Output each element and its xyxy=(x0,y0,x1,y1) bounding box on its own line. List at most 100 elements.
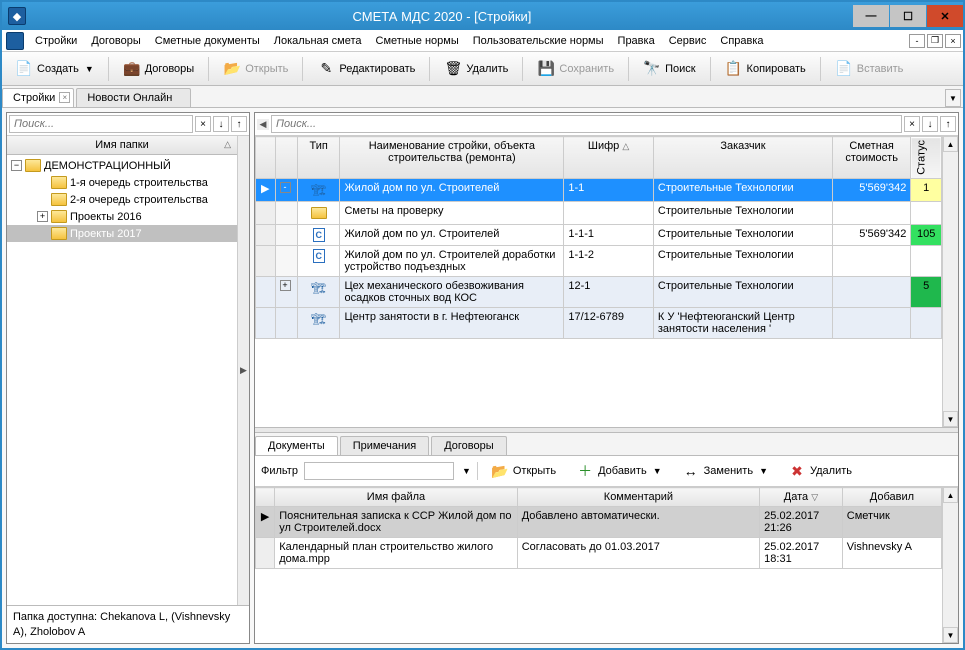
col-customer[interactable]: Заказчик xyxy=(653,137,832,179)
grid-search-clear[interactable]: × xyxy=(904,116,920,132)
doc-delete-button[interactable]: ✖Удалить xyxy=(781,459,859,483)
maximize-button[interactable]: ☐ xyxy=(890,5,926,27)
col-name[interactable]: Наименование стройки, объекта строительс… xyxy=(340,137,564,179)
cell-date: 25.02.2017 18:31 xyxy=(760,538,843,569)
tab-close-icon[interactable]: × xyxy=(59,92,70,103)
table-row[interactable]: С Жилой дом по ул. Строителей 1-1-1 Стро… xyxy=(256,224,942,245)
menu-user-normy[interactable]: Пользовательские нормы xyxy=(466,32,611,50)
open-button[interactable]: 📂Открыть xyxy=(216,56,295,82)
grid-search-down[interactable]: ↓ xyxy=(922,116,938,132)
cell-code: 1-1-2 xyxy=(564,245,654,276)
app-icon-small xyxy=(6,32,24,50)
col-status[interactable]: Статус xyxy=(911,137,942,179)
col-cost[interactable]: Сметная стоимость xyxy=(832,137,910,179)
cell-comment: Согласовать до 01.03.2017 xyxy=(517,538,759,569)
folder-open-icon: 📂 xyxy=(491,462,509,480)
expand-icon[interactable]: − xyxy=(11,160,22,171)
titlebar: ◆ СМЕТА МДС 2020 - [Стройки] — ☐ ✕ xyxy=(2,2,963,30)
cell-customer: Строительные Технологии xyxy=(653,245,832,276)
menu-smetnye-normy[interactable]: Сметные нормы xyxy=(369,32,466,50)
cell-customer: Строительные Технологии xyxy=(653,201,832,224)
construction-grid[interactable]: Тип Наименование стройки, объекта строит… xyxy=(255,136,942,427)
folder-tree[interactable]: −ДЕМОНСТРАЦИОННЫЙ 1-я очередь строительс… xyxy=(7,155,237,605)
save-button[interactable]: 💾Сохранить xyxy=(530,56,621,82)
grid-scrollbar[interactable]: ▲ ▼ xyxy=(942,136,958,427)
cell-name: Центр занятости в г. Нефтеюганск xyxy=(340,307,564,338)
folder-icon xyxy=(51,210,67,223)
grid-search-up[interactable]: ↑ xyxy=(940,116,956,132)
doc-replace-button[interactable]: ↔Заменить▼ xyxy=(675,459,775,483)
contracts-button[interactable]: 💼Договоры xyxy=(116,56,201,82)
table-row[interactable]: Сметы на проверку Строительные Технологи… xyxy=(256,201,942,224)
filter-input[interactable] xyxy=(304,462,454,480)
table-row[interactable]: + 🏗 Цех механического обезвоживания осад… xyxy=(256,276,942,307)
tree-search-up[interactable]: ↑ xyxy=(231,116,247,132)
col-date[interactable]: Дата ▽ xyxy=(760,488,843,507)
tree-header[interactable]: Имя папки△ xyxy=(7,136,237,155)
doc-add-button[interactable]: ＋Добавить▼ xyxy=(569,459,669,483)
tab-stroyki[interactable]: Стройки× xyxy=(2,88,74,107)
tab-documents[interactable]: Документы xyxy=(255,436,338,455)
col-type[interactable]: Тип xyxy=(297,137,340,179)
menu-service[interactable]: Сервис xyxy=(662,32,714,50)
create-button[interactable]: 📄Создать▼ xyxy=(8,56,101,82)
scroll-down-icon[interactable]: ▼ xyxy=(943,627,958,643)
cell-status xyxy=(911,245,942,276)
close-button[interactable]: ✕ xyxy=(927,5,963,27)
cell-customer: Строительные Технологии xyxy=(653,276,832,307)
mdi-minimize[interactable]: - xyxy=(909,34,925,48)
copy-button[interactable]: 📋Копировать xyxy=(718,56,813,82)
copy-icon: 📋 xyxy=(725,60,743,78)
scroll-down-icon[interactable]: ▼ xyxy=(943,411,958,427)
mdi-restore[interactable]: ❐ xyxy=(927,34,943,48)
grid-search-input[interactable] xyxy=(271,115,902,133)
menu-smetnye-docs[interactable]: Сметные документы xyxy=(148,32,267,50)
grid-collapse-handle[interactable]: ◀ xyxy=(257,119,269,130)
tab-news[interactable]: Новости Онлайн xyxy=(76,88,191,107)
table-row[interactable]: С Жилой дом по ул. Строителей доработки … xyxy=(256,245,942,276)
cell-name: Жилой дом по ул. Строителей xyxy=(340,178,564,201)
tab-notes[interactable]: Примечания xyxy=(340,436,430,455)
col-code[interactable]: Шифр △ xyxy=(564,137,654,179)
cell-code: 12-1 xyxy=(564,276,654,307)
expand-icon[interactable]: - xyxy=(280,182,291,193)
scroll-up-icon[interactable]: ▲ xyxy=(943,136,958,152)
cell-comment: Добавлено автоматически. xyxy=(517,507,759,538)
table-row[interactable]: ▶ Пояснительная записка к ССР Жилой дом … xyxy=(256,507,942,538)
row-indicator-col xyxy=(256,137,276,179)
col-filename[interactable]: Имя файла xyxy=(275,488,517,507)
doc-open-button[interactable]: 📂Открыть xyxy=(484,459,563,483)
col-comment[interactable]: Комментарий xyxy=(517,488,759,507)
expand-icon[interactable]: + xyxy=(37,211,48,222)
tab-contracts[interactable]: Договоры xyxy=(431,436,506,455)
mdi-close[interactable]: × xyxy=(945,34,961,48)
cell-author: Сметчик xyxy=(842,507,941,538)
tree-item-label: 1-я очередь строительства xyxy=(70,177,208,189)
delete-button[interactable]: 🗑Удалить xyxy=(437,56,515,82)
paste-button[interactable]: 📄Вставить xyxy=(828,56,911,82)
tree-search-input[interactable] xyxy=(9,115,193,133)
tabs-dropdown[interactable]: ▼ xyxy=(945,89,961,107)
menu-pravka[interactable]: Правка xyxy=(611,32,662,50)
tree-search-down[interactable]: ↓ xyxy=(213,116,229,132)
documents-grid[interactable]: Имя файла Комментарий Дата ▽ Добавил ▶ П… xyxy=(255,487,942,643)
scroll-up-icon[interactable]: ▲ xyxy=(943,487,958,503)
minimize-button[interactable]: — xyxy=(853,5,889,27)
menu-local-smeta[interactable]: Локальная смета xyxy=(267,32,369,50)
detail-scrollbar[interactable]: ▲ ▼ xyxy=(942,487,958,643)
table-row[interactable]: Календарный план строительство жилого до… xyxy=(256,538,942,569)
menu-help[interactable]: Справка xyxy=(713,32,770,50)
construction-icon: 🏗 xyxy=(310,182,328,198)
menubar: Стройки Договоры Сметные документы Локал… xyxy=(2,30,963,52)
tree-collapse-handle[interactable]: ▶ xyxy=(237,136,249,605)
table-row[interactable]: 🏗 Центр занятости в г. Нефтеюганск 17/12… xyxy=(256,307,942,338)
table-row[interactable]: ▶ - 🏗 Жилой дом по ул. Строителей 1-1 Ст… xyxy=(256,178,942,201)
col-author[interactable]: Добавил xyxy=(842,488,941,507)
paste-icon: 📄 xyxy=(835,60,853,78)
tree-search-clear[interactable]: × xyxy=(195,116,211,132)
menu-dogovory[interactable]: Договоры xyxy=(84,32,147,50)
expand-icon[interactable]: + xyxy=(280,280,291,291)
find-button[interactable]: 🔭Поиск xyxy=(636,56,702,82)
menu-stroyki[interactable]: Стройки xyxy=(28,32,84,50)
edit-button[interactable]: ✎Редактировать xyxy=(310,56,422,82)
